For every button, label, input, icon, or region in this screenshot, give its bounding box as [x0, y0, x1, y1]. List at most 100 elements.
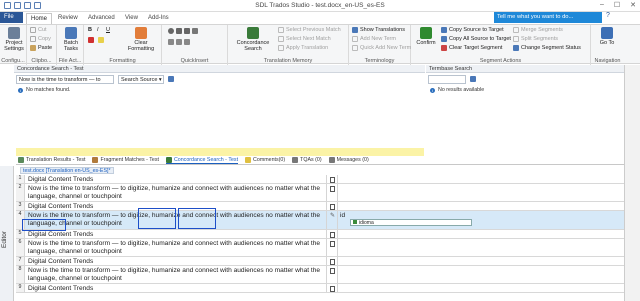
go-to-icon: [601, 27, 613, 39]
clear-formatting-button[interactable]: Clear Formatting: [124, 27, 158, 52]
autosuggest-popup[interactable]: idioma: [350, 219, 472, 226]
translations-icon: [352, 27, 358, 33]
batch-tasks-button[interactable]: Batch Tasks: [59, 27, 83, 52]
segment-row[interactable]: 2 Now is the time to transform — to digi…: [16, 184, 624, 202]
tab-view[interactable]: View: [121, 13, 142, 24]
copy-source-to-target-button[interactable]: Copy Source to Target: [441, 27, 504, 33]
results-icon: [18, 157, 24, 163]
autosuggest-icon: [353, 220, 357, 224]
underline-button[interactable]: U: [106, 27, 110, 33]
tab-comments[interactable]: Comments(0): [245, 157, 285, 163]
source-cell: Now is the time to transform — to digiti…: [28, 267, 321, 282]
concordance-search-go-button[interactable]: [168, 76, 174, 82]
title-bar: SDL Trados Studio - test.docx_en-US_es-E…: [0, 0, 640, 12]
search-mode-dropdown[interactable]: Search Source ▾: [118, 75, 164, 84]
term-highlight-box: [178, 208, 216, 229]
copy-button[interactable]: Copy: [30, 36, 51, 42]
font-color-button[interactable]: [88, 37, 94, 43]
close-icon[interactable]: ✕: [630, 1, 636, 9]
clear-target-segment-button[interactable]: Clear Target Segment: [441, 45, 502, 51]
concordance-search-button[interactable]: Concordance Search: [232, 27, 274, 52]
group-segment-actions: Confirm Copy Source to Target Copy All S…: [411, 25, 591, 65]
project-settings-button[interactable]: Project Settings: [2, 27, 26, 52]
italic-button[interactable]: I: [97, 27, 99, 33]
group-navigation: Go To Navigation: [591, 25, 624, 65]
font-color-icon: [88, 37, 94, 43]
tab-home[interactable]: Home: [26, 13, 53, 24]
highlight-icon: [98, 37, 104, 43]
termbase-search-button[interactable]: [470, 76, 476, 82]
segment-row[interactable]: 3 Digital Content Trends: [16, 202, 624, 211]
concordance-search-input[interactable]: Now is the time to transform — to: [16, 75, 114, 84]
termbase-search-input[interactable]: [428, 75, 466, 84]
segment-row[interactable]: 7 Digital Content Trends: [16, 257, 624, 266]
tab-messages[interactable]: Messages (0): [328, 157, 369, 163]
merge-segments-button[interactable]: Merge Segments: [513, 27, 563, 33]
apply-icon: [278, 45, 284, 51]
tab-addins[interactable]: Add-Ins: [144, 13, 173, 24]
apply-translation-button[interactable]: Apply Translation: [278, 45, 328, 51]
quickinsert-row2[interactable]: [168, 39, 190, 45]
add-term-icon: [352, 36, 358, 42]
confirm-button[interactable]: Confirm: [413, 27, 439, 46]
quote-icon: [192, 28, 198, 34]
termbase-panel-header: Termbase Search: [426, 65, 624, 73]
segment-row-active[interactable]: 4 Now is the time to transform — to digi…: [16, 211, 624, 230]
segment-row[interactable]: 9 Digital Content Trends: [16, 284, 624, 293]
target-cell-editing[interactable]: id: [340, 212, 345, 219]
group-configuration: Project Settings Configu...: [0, 25, 27, 65]
select-next-match-button[interactable]: Select Next Match: [278, 36, 331, 42]
highlight-button[interactable]: [98, 37, 104, 43]
document-icon: [330, 177, 335, 183]
paste-button[interactable]: Paste: [30, 45, 52, 51]
source-cell: Digital Content Trends: [28, 176, 94, 183]
document-icon: [330, 241, 335, 247]
arrow-down-icon: [278, 36, 284, 42]
show-translations-button[interactable]: Show Translations: [352, 27, 405, 33]
document-icon: [330, 286, 335, 292]
minimize-icon[interactable]: –: [600, 1, 604, 9]
add-new-term-button[interactable]: Add New Term: [352, 36, 396, 42]
tab-concordance-search[interactable]: Concordance Search - Test: [165, 156, 239, 164]
bold-button[interactable]: B: [88, 27, 92, 33]
segment-row[interactable]: 1 Digital Content Trends: [16, 175, 624, 184]
go-to-button[interactable]: Go To: [594, 27, 620, 46]
quick-add-new-term-button[interactable]: Quick Add New Term: [352, 45, 411, 51]
quickinsert-row1[interactable]: [168, 28, 198, 34]
document-icon: [330, 268, 335, 274]
document-tab[interactable]: test.docx [Translation en-US_es-ES]*: [20, 167, 114, 174]
tell-me-search[interactable]: Tell me what you want to do...: [494, 12, 602, 23]
copy-all-source-to-target-button[interactable]: Copy All Source to Target: [441, 36, 511, 42]
source-cell: Now is the time to transform — to digiti…: [28, 212, 321, 227]
help-icon[interactable]: ?: [606, 12, 610, 19]
tab-file[interactable]: File: [0, 12, 23, 23]
quick-add-icon: [352, 45, 358, 51]
checkmark-icon: [420, 27, 432, 39]
fragment-icon: [92, 157, 99, 163]
tqa-icon: [292, 157, 299, 163]
change-segment-status-button[interactable]: Change Segment Status: [513, 45, 581, 51]
group-clipboard: Cut Copy Paste Clipbo...: [27, 25, 57, 65]
tab-fragment-matches[interactable]: Fragment Matches - Test: [92, 157, 159, 163]
tab-advanced[interactable]: Advanced: [84, 13, 119, 24]
segment-row[interactable]: 6 Now is the time to transform — to digi…: [16, 239, 624, 257]
registered-icon: [184, 28, 190, 34]
segment-row[interactable]: 8 Now is the time to transform — to digi…: [16, 266, 624, 284]
tab-translation-results[interactable]: Translation Results - Test: [18, 157, 85, 163]
split-segments-button[interactable]: Split Segments: [513, 36, 558, 42]
maximize-icon[interactable]: ☐: [614, 1, 620, 9]
right-side-strip[interactable]: [624, 65, 640, 301]
editor-side-label[interactable]: Editor: [0, 166, 14, 301]
dash-icon: [168, 39, 174, 45]
document-icon: [330, 186, 335, 192]
select-previous-match-button[interactable]: Select Previous Match: [278, 27, 341, 33]
tab-review[interactable]: Review: [54, 13, 82, 24]
arrow-up-icon: [278, 27, 284, 33]
concordance-panel-header: Concordance Search - Test: [14, 65, 425, 73]
segment-row[interactable]: 5 Digital Content Trends: [16, 230, 624, 239]
paste-icon: [30, 45, 36, 51]
tab-tqas[interactable]: TQAs (0): [292, 157, 322, 163]
copy-source-icon: [441, 27, 447, 33]
window-title: SDL Trados Studio - test.docx_en-US_es-E…: [255, 2, 385, 9]
cut-button[interactable]: Cut: [30, 27, 47, 33]
